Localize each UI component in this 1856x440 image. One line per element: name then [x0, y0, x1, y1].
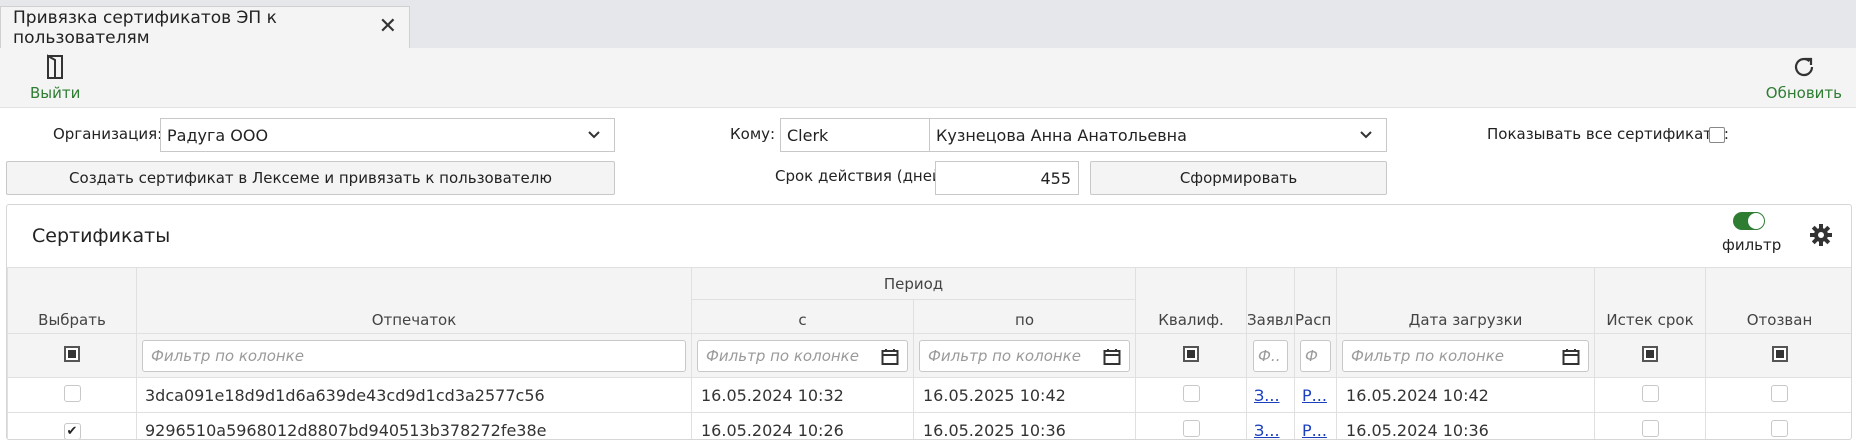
toolbar: Выйти Обновить	[0, 48, 1856, 108]
header-upload-date[interactable]: Дата загрузки	[1336, 267, 1596, 334]
expired-checkbox	[1641, 419, 1659, 437]
header-select: Выбрать	[7, 267, 137, 334]
header-thumbprint[interactable]: Отпечаток	[136, 267, 692, 334]
panel-title: Сертификаты	[32, 225, 171, 247]
recipient-login-value: Clerk	[787, 125, 829, 145]
certificates-table: Выбрать Отпечаток Период Квалиф. Заявл Р…	[7, 267, 1851, 440]
application-filter-input[interactable]: Ф..	[1253, 339, 1289, 372]
select-all-checkbox[interactable]	[64, 345, 80, 362]
revoked-checkbox	[1771, 419, 1789, 437]
qualified-checkbox	[1182, 419, 1200, 437]
header-period: Период	[690, 267, 1137, 300]
show-all-checkbox[interactable]	[1709, 127, 1725, 143]
filter-placeholder: Фильтр по колонке	[151, 346, 304, 365]
thumbprint-filter-input[interactable]: Фильтр по колонке	[142, 339, 686, 372]
filter-placeholder: Фильтр по колонке	[1351, 346, 1504, 365]
upload-date-filter-input[interactable]: Фильтр по колонке	[1342, 339, 1590, 372]
validity-days-input[interactable]: 455	[935, 161, 1079, 195]
expired-checkbox	[1641, 384, 1659, 402]
validity-label: Срок действия (дней)	[775, 167, 948, 185]
refresh-label: Обновить	[1765, 84, 1842, 102]
chevron-down-icon	[1360, 131, 1372, 139]
order-filter-input[interactable]: Ф	[1300, 339, 1332, 372]
from-cell: 16.05.2024 10:32	[691, 377, 914, 413]
refresh-button[interactable]: Обновить	[1766, 54, 1842, 102]
order-link[interactable]: Р...	[1302, 386, 1327, 405]
to-filter-input[interactable]: Фильтр по колонке	[919, 339, 1131, 372]
qualified-checkbox	[1182, 384, 1200, 402]
filter-row: Фильтр по колонке Фильтр по колонке Филь…	[7, 333, 1851, 378]
application-link[interactable]: З...	[1254, 386, 1280, 405]
header-order[interactable]: Расп	[1294, 267, 1338, 334]
header-expired[interactable]: Истек срок	[1594, 267, 1707, 334]
row-select-checkbox[interactable]: ✔	[63, 423, 81, 439]
from-cell: 16.05.2024 10:26	[691, 412, 914, 439]
generate-button[interactable]: Сформировать	[1090, 161, 1387, 195]
revoked-filter-checkbox[interactable]	[1771, 345, 1788, 362]
gear-icon[interactable]	[1809, 223, 1833, 247]
header-to[interactable]: по	[912, 299, 1137, 334]
calendar-icon[interactable]	[1103, 348, 1121, 366]
header-from[interactable]: с	[691, 299, 914, 334]
recipient-name-value: Кузнецова Анна Анатольевна	[936, 125, 1187, 145]
filter-placeholder-letter: Ф	[1305, 346, 1318, 365]
from-filter-input[interactable]: Фильтр по колонке	[697, 339, 908, 372]
table-row: ✔ 9296510a5968012d8807bd940513b378272fe3…	[7, 412, 1851, 440]
refresh-icon	[1794, 57, 1813, 77]
close-icon[interactable]: ✕	[379, 16, 397, 38]
header-application[interactable]: Заявл	[1246, 267, 1296, 334]
upload-date-cell: 16.05.2024 10:36	[1336, 412, 1596, 439]
certificates-panel: Сертификаты фильтр Выбрать Отпечаток Пер…	[6, 204, 1852, 440]
filter-label: фильтр	[1722, 236, 1782, 254]
tab-bar: Привязка сертификатов ЭП к пользователям…	[0, 0, 1856, 48]
expired-filter-checkbox[interactable]	[1642, 345, 1659, 362]
door-exit-icon	[47, 54, 64, 79]
table-row: 3dca091e18d9d1d6a639de43cd9d1cd3a2577c56…	[7, 377, 1851, 413]
chevron-down-icon	[588, 131, 600, 139]
organization-value: Радуга ООО	[167, 125, 269, 145]
tab-title: Привязка сертификатов ЭП к пользователям	[13, 7, 277, 48]
organization-label: Организация:	[53, 125, 163, 143]
exit-label: Выйти	[30, 84, 81, 102]
filter-placeholder-short: Ф..	[1258, 346, 1281, 365]
application-link[interactable]: З...	[1254, 421, 1280, 440]
organization-select[interactable]: Радуга ООО	[160, 118, 615, 152]
header-revoked[interactable]: Отозван	[1705, 267, 1851, 334]
revoked-checkbox	[1771, 384, 1789, 402]
thumbprint-cell: 9296510a5968012d8807bd940513b378272fe38e	[136, 412, 692, 439]
qualified-filter-checkbox[interactable]	[1183, 345, 1200, 362]
create-certificate-button[interactable]: Создать сертификат в Лексеме и привязать…	[6, 161, 615, 195]
calendar-icon[interactable]	[1562, 348, 1580, 366]
calendar-icon[interactable]	[881, 348, 899, 366]
header-qualified[interactable]: Квалиф.	[1135, 267, 1248, 334]
to-cell: 16.05.2025 10:36	[912, 412, 1137, 439]
filter-toggle[interactable]	[1733, 212, 1765, 230]
order-link[interactable]: Р...	[1302, 421, 1327, 440]
thumbprint-cell: 3dca091e18d9d1d6a639de43cd9d1cd3a2577c56	[136, 377, 692, 413]
filter-placeholder: Фильтр по колонке	[706, 346, 859, 365]
recipient-login-field[interactable]: Clerk	[780, 118, 930, 152]
to-cell: 16.05.2025 10:42	[912, 377, 1137, 413]
exit-button[interactable]: Выйти	[30, 54, 80, 102]
row-select-checkbox[interactable]	[63, 384, 81, 402]
recipient-label: Кому:	[730, 125, 776, 143]
toggle-knob	[1748, 213, 1764, 229]
select-all-cell	[7, 333, 137, 378]
tab-certificates[interactable]: Привязка сертификатов ЭП к пользователям…	[0, 6, 410, 48]
validity-days-value: 455	[1040, 168, 1071, 188]
filter-placeholder: Фильтр по колонке	[928, 346, 1081, 365]
show-all-label: Показывать все сертификаты:	[1487, 125, 1729, 143]
upload-date-cell: 16.05.2024 10:42	[1336, 377, 1596, 413]
recipient-name-select[interactable]: Кузнецова Анна Анатольевна	[929, 118, 1387, 152]
